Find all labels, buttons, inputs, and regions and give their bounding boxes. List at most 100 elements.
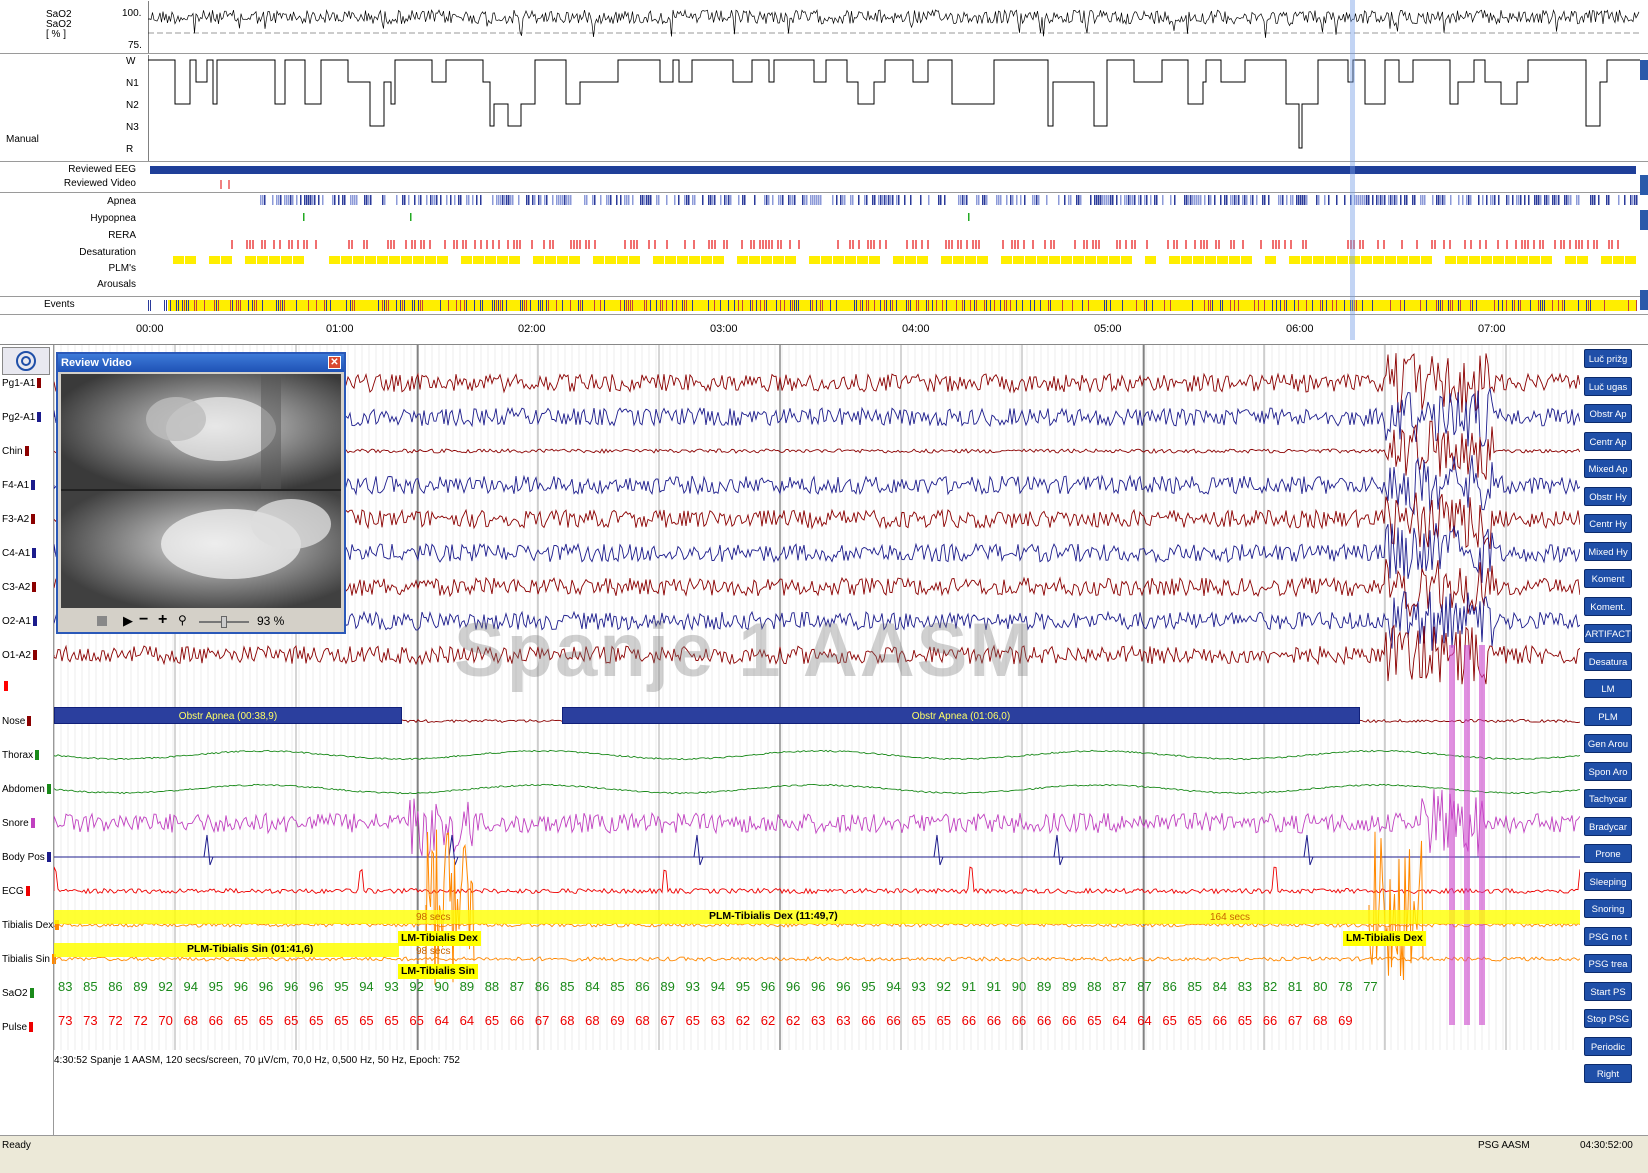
channel-label[interactable]: SaO2 (2, 988, 34, 999)
event-button[interactable]: Koment. (1584, 596, 1632, 616)
desaturation-mark (1521, 240, 1523, 249)
event-button[interactable]: LM (1584, 679, 1632, 698)
event-button[interactable]: Luč ugas (1584, 376, 1632, 396)
event-button[interactable]: ARTIFACT (1584, 624, 1632, 643)
zoom-slider[interactable] (199, 616, 249, 628)
event-button[interactable]: Desatura (1584, 651, 1632, 671)
channel-label[interactable]: Chin (2, 446, 29, 457)
event-button[interactable]: Luč prižg (1584, 349, 1632, 368)
event-button[interactable]: PSG no t (1584, 926, 1632, 946)
apnea-mark (446, 195, 448, 205)
apnea-mark (1344, 195, 1346, 205)
channel-label[interactable]: Pg1-A1 (2, 378, 42, 389)
video-title-bar[interactable]: Review Video ✕ (58, 354, 344, 372)
channel-label[interactable]: Nose (2, 716, 32, 727)
lm-sin-label[interactable]: LM-Tibialis Sin (398, 964, 478, 979)
channel-label[interactable]: Tibialis Dex (2, 920, 60, 931)
zoom-slider-thumb[interactable] (221, 616, 227, 628)
obstr-apnea-event-1[interactable]: Obstr Apnea (00:38,9) (54, 707, 402, 724)
apnea-mark (1384, 195, 1386, 205)
event-button[interactable]: PLM (1584, 706, 1632, 726)
event-button[interactable]: Tachycar (1584, 789, 1632, 808)
scroll-tab[interactable] (1640, 175, 1648, 195)
overview-panel[interactable]: SaO2 SaO2 [ % ] 100. 75. Manual W N1 N2 … (0, 0, 1648, 345)
event-strip-mark (990, 300, 991, 311)
channel-label[interactable]: C3-A2 (2, 582, 37, 593)
event-strip-mark (248, 300, 249, 311)
channel-name: Tibialis Dex (2, 920, 54, 931)
event-button[interactable]: Start PS (1584, 981, 1632, 1001)
channel-label[interactable]: F4-A1 (2, 480, 36, 491)
event-button[interactable]: Bradycar (1584, 816, 1632, 836)
desaturation-mark (1173, 240, 1175, 249)
target-icon[interactable] (2, 347, 50, 375)
plm-dex-label[interactable]: PLM-Tibialis Dex (11:49,7) (706, 909, 841, 924)
event-strip-mark (862, 300, 863, 311)
event-strip-mark (1030, 300, 1031, 311)
event-button[interactable]: Mixed Ap (1584, 459, 1632, 478)
apnea-mark (1094, 195, 1096, 205)
channel-label[interactable]: Tibialis Sin (2, 954, 56, 965)
event-button[interactable]: Obstr Ap (1584, 404, 1632, 423)
apnea-mark (1552, 195, 1554, 205)
event-strip-mark (412, 300, 413, 311)
channel-label[interactable]: O1-A2 (2, 650, 37, 661)
channel-label[interactable]: F3-A2 (2, 514, 36, 525)
obstr-apnea-event-2[interactable]: Obstr Apnea (01:06,0) (562, 707, 1360, 724)
event-strip-mark (252, 300, 253, 311)
event-button[interactable]: Centr Hy (1584, 514, 1632, 533)
channel-label[interactable]: O2-A1 (2, 616, 37, 627)
channel-label[interactable]: ECG (2, 886, 30, 897)
channel-label[interactable]: Abdomen (2, 784, 51, 795)
event-button[interactable]: Snoring (1584, 899, 1632, 918)
apnea-mark (694, 195, 696, 205)
time-tick: 02:00 (518, 323, 546, 335)
desaturation-mark (423, 240, 425, 249)
event-button[interactable]: Spon Aro (1584, 761, 1632, 781)
event-button[interactable]: Prone (1584, 844, 1632, 863)
event-button-panel: Luč prižg Luč ugas Obstr Ap Centr Ap Mixed A… (1582, 345, 1648, 1135)
overview-cursor[interactable] (1350, 0, 1355, 340)
event-button[interactable]: Stop PSG (1584, 1009, 1632, 1028)
play-icon[interactable]: ▶ (123, 613, 133, 629)
channel-label[interactable]: Pulse (2, 1022, 34, 1033)
channel-label[interactable]: Body Pos (2, 852, 51, 863)
scroll-tab[interactable] (1640, 210, 1648, 230)
event-button[interactable]: PSG trea (1584, 954, 1632, 973)
event-strip-mark (522, 300, 523, 311)
desaturation-mark (1362, 240, 1364, 249)
scroll-tab[interactable] (1640, 60, 1648, 80)
event-strip-mark (1220, 300, 1221, 311)
zoom-in-icon[interactable]: + (158, 611, 167, 629)
channel-label[interactable]: Snore (2, 818, 35, 829)
event-button[interactable]: Centr Ap (1584, 431, 1632, 451)
channel-label[interactable] (2, 681, 8, 692)
event-button[interactable]: Mixed Hy (1584, 541, 1632, 561)
event-button[interactable]: Periodic (1584, 1036, 1632, 1056)
stop-icon[interactable] (97, 616, 107, 626)
time-axis: 00:00 01:00 02:00 03:00 04:00 05:00 06:0… (0, 316, 1648, 344)
zoom-out-icon[interactable]: − (139, 611, 148, 629)
event-strip-mark (932, 300, 933, 311)
close-icon[interactable]: ✕ (328, 356, 341, 369)
event-strip-mark (822, 300, 823, 311)
apnea-mark (812, 195, 814, 205)
event-button[interactable]: Koment (1584, 569, 1632, 588)
event-strip-mark (1542, 300, 1543, 311)
event-button[interactable]: Right (1584, 1064, 1632, 1083)
channel-label[interactable]: Pg2-A1 (2, 412, 42, 423)
search-icon[interactable]: ⚲ (178, 613, 187, 627)
review-video-window[interactable]: Review Video ✕ ▶ − + ⚲ 93 % (56, 352, 346, 634)
event-button[interactable]: Sleeping (1584, 871, 1632, 891)
lm-dex-label-2[interactable]: LM-Tibialis Dex (1343, 931, 1426, 946)
scroll-tab[interactable] (1640, 290, 1648, 310)
desaturation-mark (960, 240, 962, 249)
plm-sin-label[interactable]: PLM-Tibialis Sin (01:41,6) (184, 942, 316, 957)
apnea-mark (1234, 195, 1236, 205)
event-button[interactable]: Gen Arou (1584, 734, 1632, 753)
channel-label[interactable]: Thorax (2, 750, 40, 761)
lm-dex-label-1[interactable]: LM-Tibialis Dex (398, 931, 481, 946)
channel-label[interactable]: C4-A1 (2, 548, 37, 559)
event-button[interactable]: Obstr Hy (1584, 486, 1632, 506)
apnea-mark (1570, 195, 1572, 205)
